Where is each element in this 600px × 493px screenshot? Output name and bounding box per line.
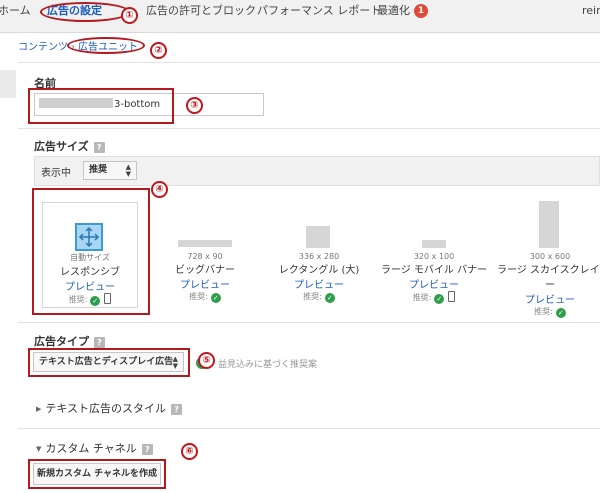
annotation-number-3: ③: [186, 97, 203, 114]
size-dims: 300 x 600: [529, 252, 571, 261]
preview-link[interactable]: プレビュー: [271, 276, 367, 291]
left-gutter: [0, 70, 16, 98]
check-icon: ✓: [210, 293, 221, 303]
size-option-leaderboard[interactable]: 728 x 90 ビッグバナー プレビュー 推奨: ✓: [160, 252, 250, 303]
size-dims: 728 x 90: [187, 252, 223, 261]
annotation-number-6: ⑥: [181, 443, 198, 460]
help-icon[interactable]: ?: [94, 337, 105, 348]
size-dims: 320 x 100: [413, 252, 455, 261]
help-icon[interactable]: ?: [141, 444, 153, 455]
annotation-number-2: ②: [150, 42, 167, 59]
annotation-number-1: ①: [121, 7, 138, 24]
recommendation-hint: 益見込みに基づく推奨案: [218, 360, 318, 370]
preview-link[interactable]: プレビュー: [497, 291, 600, 306]
divider: [18, 128, 600, 129]
notification-badge: 1: [414, 4, 428, 18]
recommended-label: 推奨:: [303, 292, 322, 301]
divider: [18, 322, 600, 323]
custom-channel-label: カスタム チャネル: [45, 442, 137, 455]
recommended-row: 推奨: ✓: [378, 291, 490, 304]
annotation-box-5: [28, 348, 190, 377]
ad-type-label-text: 広告タイプ: [34, 335, 89, 348]
preview-link[interactable]: プレビュー: [378, 276, 490, 291]
divider: [18, 62, 600, 63]
annotation-oval-2: [67, 37, 145, 54]
size-name: ラージ スカイスクレイパ: [497, 265, 600, 276]
annotation-box-4: [32, 188, 150, 315]
size-dims: 336 x 280: [298, 252, 340, 261]
size-thumb-leaderboard: [178, 240, 232, 247]
size-option-half-page[interactable]: 300 x 600 ラージ スカイスクレイパ ー プレビュー 推奨: ✓: [497, 252, 600, 318]
recommended-row: 推奨: ✓: [271, 291, 367, 303]
recommended-label: 推奨:: [189, 292, 208, 301]
help-icon[interactable]: ?: [171, 404, 183, 415]
custom-channel-toggle[interactable]: ▼ カスタム チャネル?: [36, 440, 153, 456]
help-icon[interactable]: ?: [93, 142, 105, 153]
size-name: ラージ モバイル バナー: [380, 265, 488, 276]
annotation-box-3: [28, 88, 174, 124]
recommended-row: 推奨: ✓: [497, 306, 600, 318]
nav-performance-reports[interactable]: パフォーマンス レポート: [257, 0, 381, 32]
size-thumb-half-page: [539, 201, 559, 248]
size-name: レクタングル (大): [278, 265, 360, 276]
size-option-large-rectangle[interactable]: 336 x 280 レクタングル (大) プレビュー 推奨: ✓: [271, 252, 367, 303]
recommended-label: 推奨:: [534, 307, 553, 316]
mobile-icon: [448, 291, 456, 302]
recommended-row: 推奨: ✓: [160, 291, 250, 303]
show-label: 表示中: [41, 168, 71, 179]
check-icon: ✓: [324, 293, 335, 303]
nav-home[interactable]: ホーム: [0, 0, 31, 32]
size-name: ビッグバナー: [175, 265, 235, 276]
recommended-label: 推奨:: [412, 293, 432, 302]
ad-size-label-text: 広告サイズ: [34, 140, 89, 153]
nav-optimization-label: 最適化: [377, 4, 410, 17]
size-thumb-large-mobile-banner: [422, 240, 446, 248]
nav-allow-block[interactable]: 広告の許可とブロック: [146, 0, 256, 32]
check-icon: ✓: [434, 294, 445, 304]
size-option-large-mobile-banner[interactable]: 320 x 100 ラージ モバイル バナー プレビュー 推奨: ✓: [378, 252, 490, 304]
size-name-continued: ー: [545, 280, 555, 291]
size-filter-bar: 表示中 推奨 ▲ ▼: [34, 156, 600, 186]
annotation-number-5: ⑤: [198, 352, 215, 369]
nav-optimization[interactable]: 最適化 1: [377, 0, 428, 32]
annotation-number-4: ④: [151, 181, 168, 198]
caret-down-icon: ▼: [36, 445, 42, 453]
size-thumb-large-rectangle: [306, 226, 330, 248]
chevron-up-down-icon: ▲ ▼: [125, 163, 131, 178]
breadcrumb-content[interactable]: コンテンツ: [18, 42, 68, 53]
user-name: rein: [582, 4, 600, 17]
divider: [18, 428, 600, 429]
text-ad-style-label: テキスト広告のスタイル: [45, 402, 167, 415]
annotation-oval-1: [40, 2, 130, 22]
size-filter-select[interactable]: 推奨 ▲ ▼: [83, 161, 137, 180]
ad-type-label: 広告タイプ?: [34, 333, 105, 349]
caret-right-icon: ▶: [36, 405, 42, 413]
annotation-box-6: [28, 459, 166, 489]
check-icon: ✓: [555, 308, 566, 318]
ad-size-label: 広告サイズ?: [34, 138, 105, 154]
text-ad-style-toggle[interactable]: ▶ テキスト広告のスタイル?: [36, 400, 183, 416]
size-filter-value: 推奨: [89, 165, 108, 175]
preview-link[interactable]: プレビュー: [160, 276, 250, 291]
